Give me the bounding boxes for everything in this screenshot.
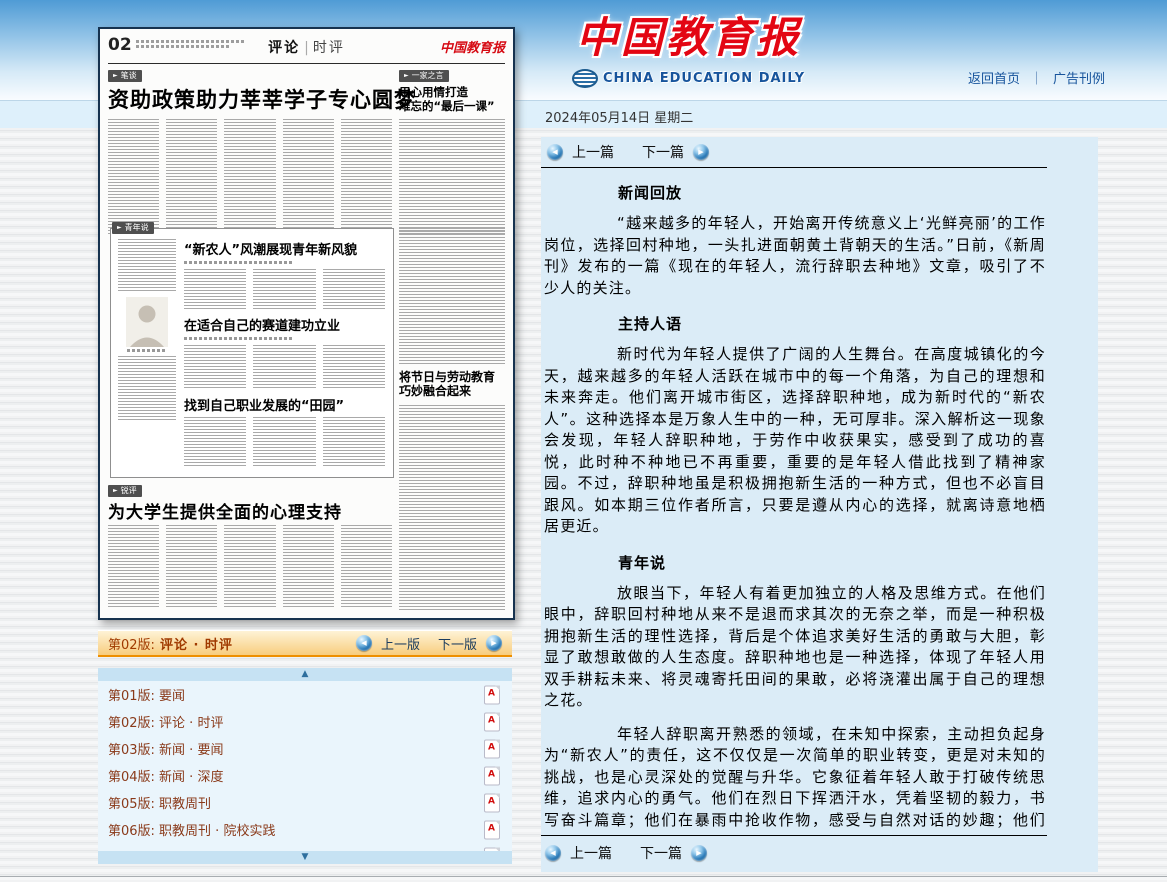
logo-subtitle: CHINA EDUCATION DAILY [603, 71, 805, 86]
links-separator: ｜ [1030, 72, 1043, 87]
preview-rule [108, 63, 505, 64]
preview-headline-bottom[interactable]: 为大学生提供全面的心理支持 [108, 498, 342, 523]
link-ad-rates[interactable]: 广告刊例 [1053, 72, 1105, 87]
section-heading-youth: 青年说 [618, 552, 1046, 573]
prev-article-link[interactable]: 上一篇 [570, 843, 612, 863]
current-version-label: 第02版: [108, 634, 155, 653]
logo: 中国教育报 CHINA EDUCATION DAILY [572, 4, 805, 88]
article-body: 新闻回放 “越来越多的年轻人，开始离开传统意义上‘光鲜亮丽’的工作岗位，选择回村… [541, 177, 1098, 830]
article-divider-top [541, 167, 1047, 168]
article-paragraph: “越来越多的年轻人，开始离开传统意义上‘光鲜亮丽’的工作岗位，选择回村种地，一头… [544, 213, 1046, 299]
page-bottom-border [0, 876, 1167, 877]
prev-version-link[interactable]: 上一版 [381, 634, 420, 653]
preview-headline-box1[interactable]: “新农人”风潮展现青年新风貌 [184, 239, 385, 258]
pdf-icon[interactable] [484, 712, 500, 731]
tag-arrow-icon: ► [113, 73, 118, 79]
page-list-item-01[interactable]: 第01版: 要闻 [98, 681, 512, 708]
version-bar: 第02版: 评论 · 时评 ◀ 上一版 下一版 ▶ [98, 630, 512, 657]
prev-version-icon[interactable]: ◀ [356, 635, 372, 651]
preview-text-column [399, 228, 505, 366]
up-arrow-icon: ▲ [302, 669, 309, 679]
date-text: 2024年05月14日 星期二 [545, 107, 693, 126]
prev-article-icon[interactable]: ◀ [547, 144, 563, 160]
pdf-icon[interactable] [484, 739, 500, 758]
preview-text-column [399, 405, 505, 610]
article-panel: ◀ 上一篇 下一篇 ▶ 新闻回放 “越来越多的年轻人，开始离开传统意义上‘光鲜亮… [541, 137, 1098, 872]
preview-headline-side[interactable]: 用心用情打造 难忘的“最后一课” [399, 85, 507, 113]
logo-title: 中国教育报 [572, 4, 805, 65]
down-arrow-icon: ▼ [302, 852, 309, 862]
preview-youth-box: “新农人”风潮展现青年新风貌 在适合自己的赛道建功立业 找到自己职业发展的“田园… [110, 228, 394, 478]
current-version-section: 评论 · 时评 [160, 634, 233, 653]
preview-text-columns [108, 525, 392, 609]
pdf-icon[interactable] [484, 820, 500, 839]
preview-headline-box2[interactable]: 在适合自己的赛道建功立业 [184, 315, 385, 334]
section-heading-news-replay: 新闻回放 [618, 182, 1046, 203]
newspaper-preview[interactable]: 02 评论|时评 中国教育报 ►笔谈 资助政策助力莘莘学子专心圆梦 ►一家之言 … [98, 27, 515, 620]
tag-bitan: ►笔谈 [108, 70, 142, 82]
preview-headline-box3[interactable]: 找到自己职业发展的“田园” [184, 395, 385, 414]
page-list-item-partial[interactable] [98, 843, 512, 851]
next-article-link[interactable]: 下一篇 [640, 843, 682, 863]
logo-subtitle-row: CHINA EDUCATION DAILY [572, 69, 805, 88]
preview-text-column [399, 119, 505, 234]
top-links: 返回首页 ｜ 广告刊例 [968, 68, 1105, 87]
article-paragraph: 年轻人辞职离开熟悉的领域，在未知中探索，主动担负起身为“新农人”的责任，这不仅仅… [544, 724, 1046, 831]
article-paragraph: 新时代为年轻人提供了广阔的人生舞台。在高度城镇化的今天，越来越多的年轻人活跃在城… [544, 344, 1046, 538]
article-divider-bottom [541, 835, 1047, 836]
pdf-icon[interactable] [484, 766, 500, 785]
preview-headline-main[interactable]: 资助政策助力莘莘学子专心圆梦 [108, 84, 416, 114]
current-version: 第02版: 评论 · 时评 [108, 634, 233, 653]
next-version-icon[interactable]: ▶ [486, 635, 502, 651]
logo-globe-icon [572, 69, 598, 88]
preview-masthead: 中国教育报 [440, 37, 505, 56]
prev-article-icon[interactable]: ◀ [545, 845, 561, 861]
prev-article-link[interactable]: 上一篇 [572, 142, 614, 162]
portrait-sketch [126, 297, 168, 347]
next-article-link[interactable]: 下一篇 [642, 142, 684, 162]
tag-yijiazhiyan: ►一家之言 [399, 70, 449, 82]
page-list-item-02[interactable]: 第02版: 评论 · 时评 [98, 708, 512, 735]
version-nav: ◀ 上一版 下一版 ▶ [356, 634, 502, 653]
page-list-item-04[interactable]: 第04版: 新闻 · 深度 [98, 762, 512, 789]
preview-box-main: “新农人”风潮展现青年新风貌 在适合自己的赛道建功立业 找到自己职业发展的“田园… [184, 237, 385, 467]
next-version-link[interactable]: 下一版 [438, 634, 477, 653]
tag-ruiping: ►锐评 [108, 485, 142, 497]
next-article-icon[interactable]: ▶ [693, 144, 709, 160]
page: 中国教育报 CHINA EDUCATION DAILY 返回首页 ｜ 广告刊例 20… [0, 0, 1167, 882]
section-heading-host: 主持人语 [618, 313, 1046, 334]
page-list-item-03[interactable]: 第03版: 新闻 · 要闻 [98, 735, 512, 762]
tag-qingnianshuo: ►青年说 [112, 222, 154, 234]
preview-text-columns [108, 119, 392, 234]
scroll-down-button[interactable]: ▼ [98, 851, 512, 864]
article-paragraph: 放眼当下，年轻人有着更加独立的人格及思维方式。在他们眼中，辞职回村种地从来不是退… [544, 583, 1046, 712]
link-return-home[interactable]: 返回首页 [968, 72, 1020, 87]
preview-box-left-column [118, 239, 176, 422]
next-article-icon[interactable]: ▶ [691, 845, 707, 861]
scroll-up-button[interactable]: ▲ [98, 668, 512, 681]
preview-headline-side2[interactable]: 将节日与劳动教育 巧妙融合起来 [399, 370, 507, 398]
page-list-item-06[interactable]: 第06版: 职教周刊 · 院校实践 [98, 816, 512, 843]
pdf-icon[interactable] [484, 685, 500, 704]
pdf-icon[interactable] [484, 793, 500, 812]
page-list-item-05[interactable]: 第05版: 职教周刊 [98, 789, 512, 816]
article-nav-top: ◀ 上一篇 下一篇 ▶ [547, 142, 709, 162]
pages-list: ▲ 第01版: 要闻 第02版: 评论 · 时评 第03版: 新闻 · 要闻 第… [98, 668, 512, 851]
article-nav-bottom: ◀ 上一篇 下一篇 ▶ [545, 843, 707, 863]
